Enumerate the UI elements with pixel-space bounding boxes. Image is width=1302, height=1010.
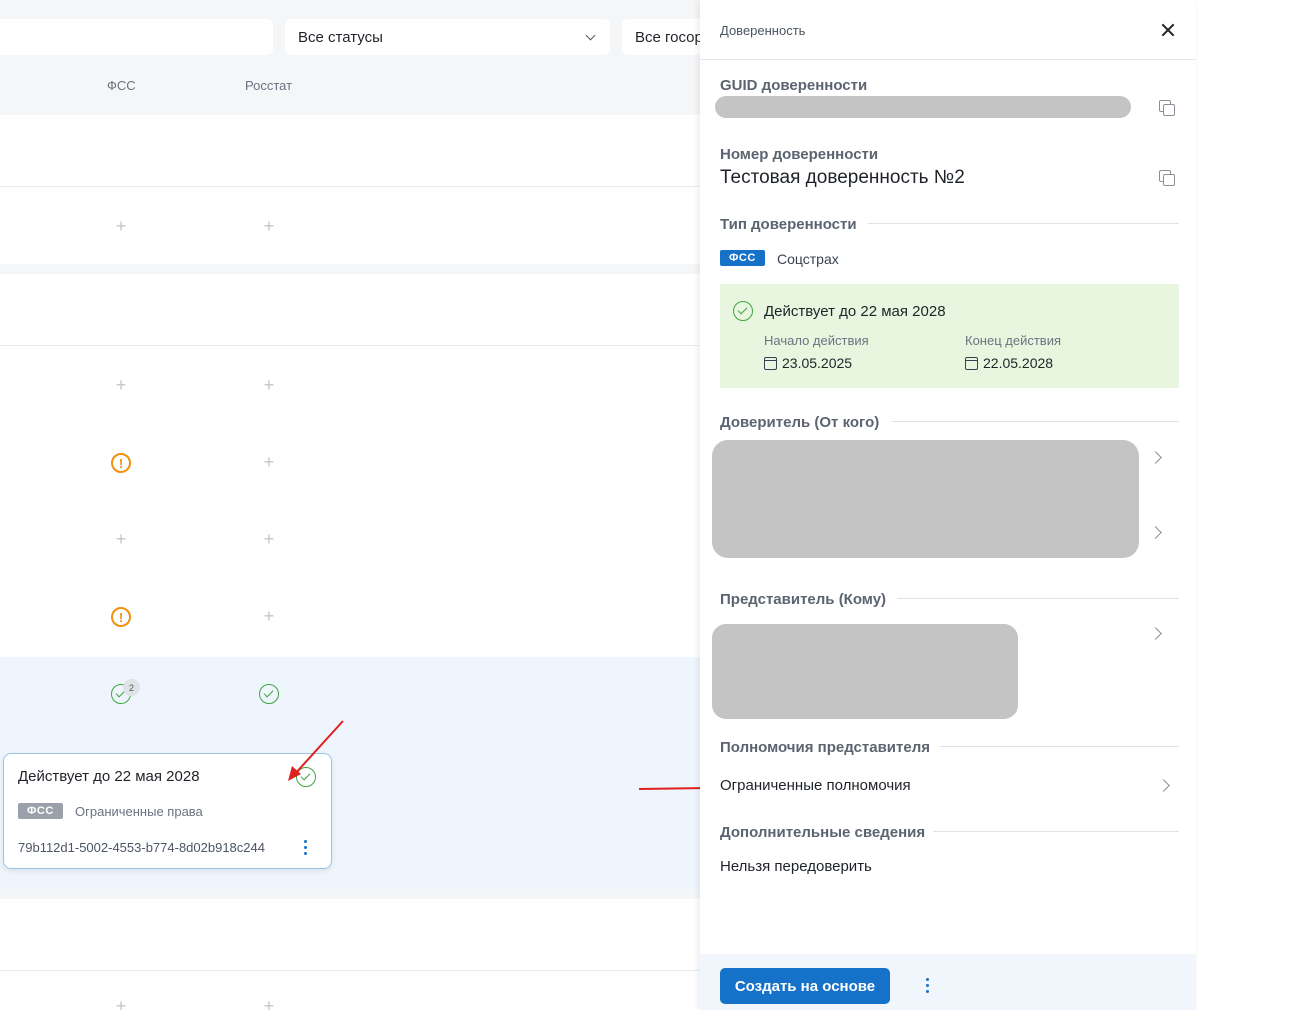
section-divider	[868, 223, 1179, 224]
section-divider	[897, 598, 1179, 599]
validity-box: Действует до 22 мая 2028 Начало действия…	[720, 284, 1179, 388]
fss-tag: ФСС	[720, 250, 765, 266]
chevron-right-icon[interactable]	[1157, 779, 1170, 792]
guid-label: GUID доверенности	[720, 77, 868, 94]
calendar-icon	[764, 356, 777, 370]
end-label: Конец действия	[965, 333, 1062, 348]
extra-value: Нельзя передоверить	[720, 858, 872, 875]
chevron-right-icon[interactable]	[1149, 627, 1162, 640]
type-label: Тип доверенности	[720, 216, 857, 233]
panel-title: Доверенность	[720, 23, 806, 38]
representative-info-redacted[interactable]	[712, 624, 1018, 719]
create-based-on-button[interactable]: Создать на основе	[720, 968, 890, 1004]
annotation-arrow-line	[638, 787, 709, 790]
close-icon[interactable]	[1158, 20, 1178, 40]
end-date-value: 22.05.2028	[983, 355, 1054, 371]
panel-header: Доверенность	[700, 0, 1196, 60]
extra-label: Дополнительные сведения	[720, 824, 926, 841]
powers-value[interactable]: Ограниченные полномочия	[720, 777, 911, 794]
representative-label: Представитель (Кому)	[720, 591, 887, 608]
calendar-icon	[965, 356, 978, 370]
powers-label: Полномочия представителя	[720, 739, 930, 756]
validity-title: Действует до 22 мая 2028	[764, 303, 946, 320]
principal-label: Доверитель (От кого)	[720, 414, 880, 431]
check-circle-icon	[733, 301, 753, 321]
number-value: Тестовая доверенность №2	[720, 167, 965, 188]
more-vertical-icon[interactable]	[926, 978, 929, 993]
guid-value-redacted	[715, 96, 1131, 118]
section-divider	[940, 746, 1179, 747]
start-date: 23.05.2025	[764, 355, 852, 371]
principal-info-redacted[interactable]	[712, 440, 1139, 558]
number-label: Номер доверенности	[720, 146, 879, 163]
copy-icon[interactable]	[1158, 99, 1176, 117]
end-date: 22.05.2028	[965, 355, 1053, 371]
section-divider	[892, 421, 1179, 422]
start-date-value: 23.05.2025	[782, 355, 853, 371]
annotation-arrows	[288, 720, 344, 781]
copy-icon[interactable]	[1158, 169, 1176, 187]
start-label: Начало действия	[764, 333, 869, 348]
chevron-right-icon[interactable]	[1149, 451, 1162, 464]
panel-footer: Создать на основе	[700, 954, 1196, 1010]
chevron-right-icon[interactable]	[1149, 526, 1162, 539]
poa-details-panel: Доверенность GUID доверенности Номер дов…	[700, 0, 1196, 1010]
annotation-arrow-line	[292, 720, 344, 777]
type-name: Соцстрах	[777, 251, 839, 267]
section-divider	[933, 831, 1179, 832]
